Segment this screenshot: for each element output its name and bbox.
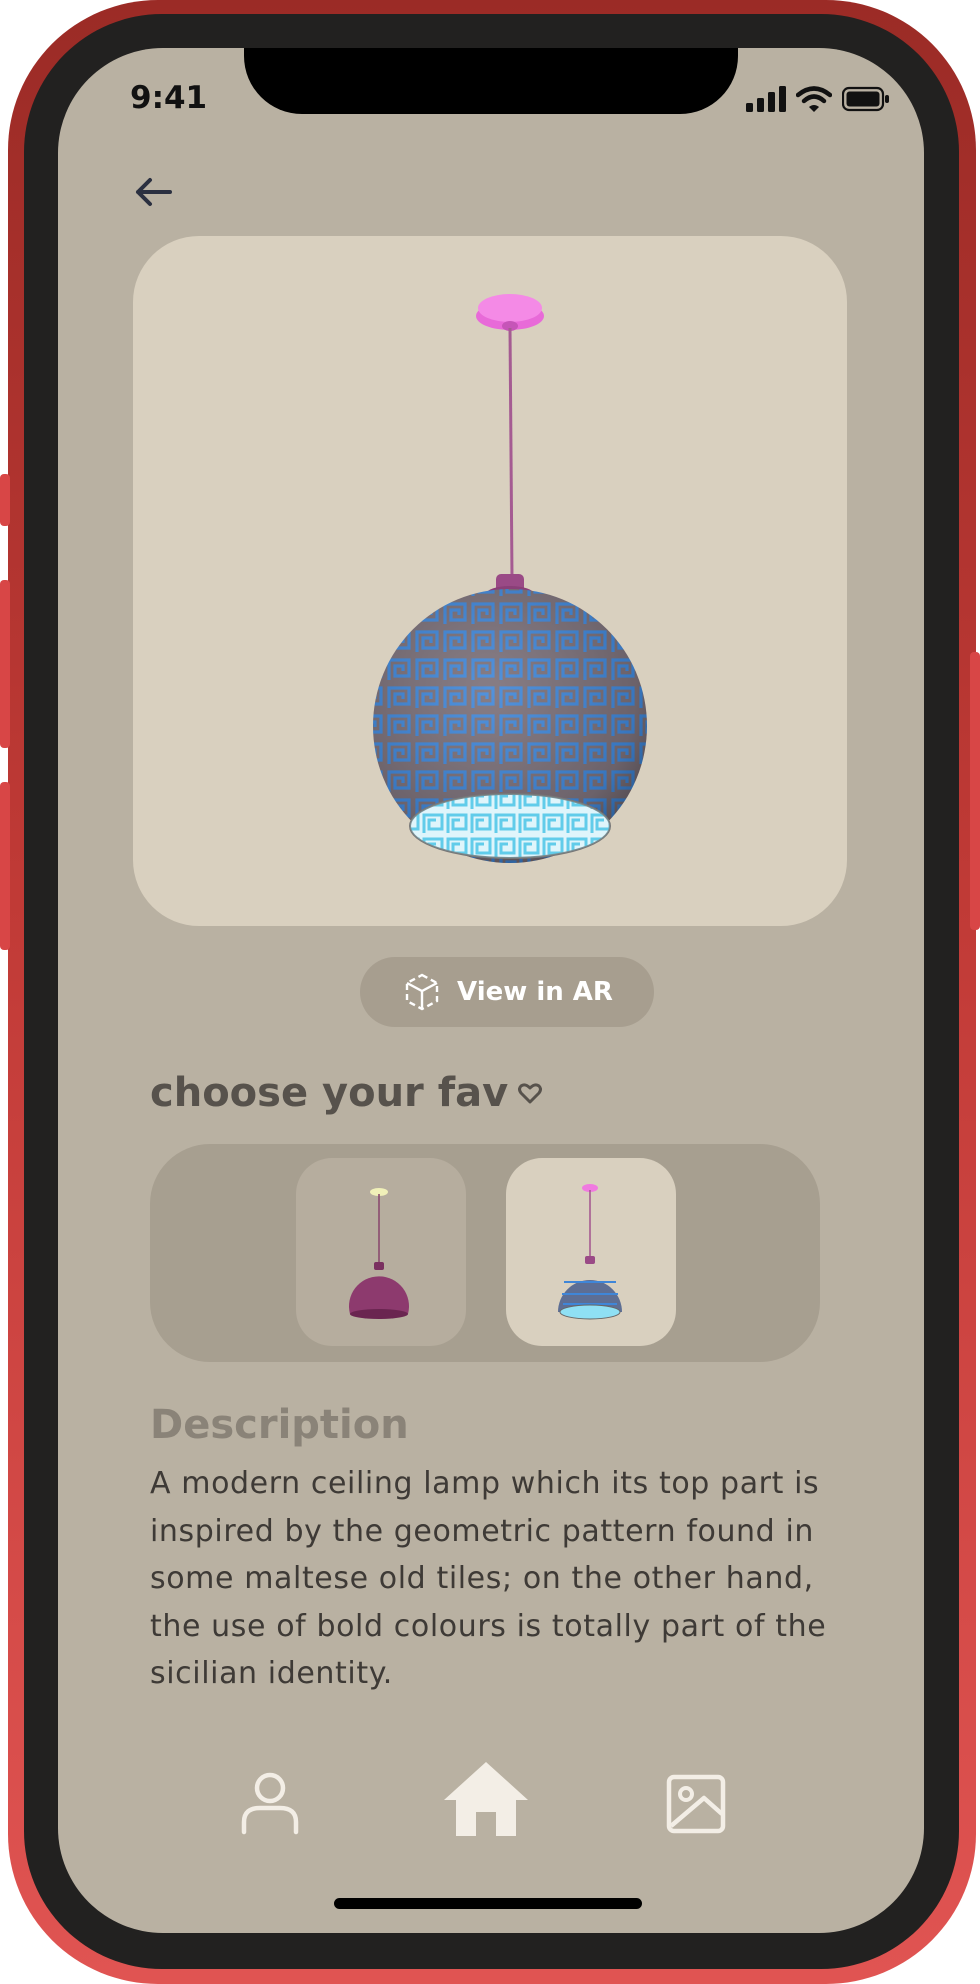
patterned-lamp-icon [558, 1184, 622, 1320]
home-indicator [334, 1898, 642, 1909]
choose-fav-heading: choose your fav [150, 1070, 543, 1116]
profile-icon[interactable] [240, 1772, 300, 1836]
phone-volume-down [0, 782, 10, 950]
phone-mute-switch [0, 474, 10, 526]
heart-icon [518, 1083, 543, 1104]
choose-fav-label: choose your fav [150, 1070, 509, 1116]
home-icon[interactable] [442, 1758, 530, 1838]
variant-thumb-patterned[interactable] [506, 1158, 676, 1346]
status-icons [746, 86, 890, 112]
phone-power-button [970, 652, 980, 930]
product-image-card [133, 236, 847, 926]
signal-icon [746, 86, 786, 112]
variant-selector [150, 1144, 820, 1362]
view-in-ar-button[interactable]: View in AR [360, 957, 654, 1027]
view-in-ar-label: View in AR [457, 977, 613, 1007]
variant-thumb-plum[interactable] [296, 1158, 466, 1346]
app-screen: 9:41 View in AR choose your fav Descript… [58, 48, 924, 1933]
description-text: A modern ceiling lamp which its top part… [150, 1466, 827, 1691]
battery-icon [842, 86, 889, 112]
phone-volume-up [0, 580, 10, 748]
gallery-icon[interactable] [666, 1774, 726, 1834]
back-arrow-icon[interactable] [130, 168, 178, 216]
notch [244, 48, 738, 114]
status-time: 9:41 [130, 80, 208, 116]
wifi-icon [796, 86, 832, 112]
ar-cube-icon [405, 973, 439, 1011]
pendant-lamp-image [373, 294, 647, 863]
description-heading: Description [150, 1402, 409, 1448]
plum-lamp-icon [349, 1188, 409, 1319]
